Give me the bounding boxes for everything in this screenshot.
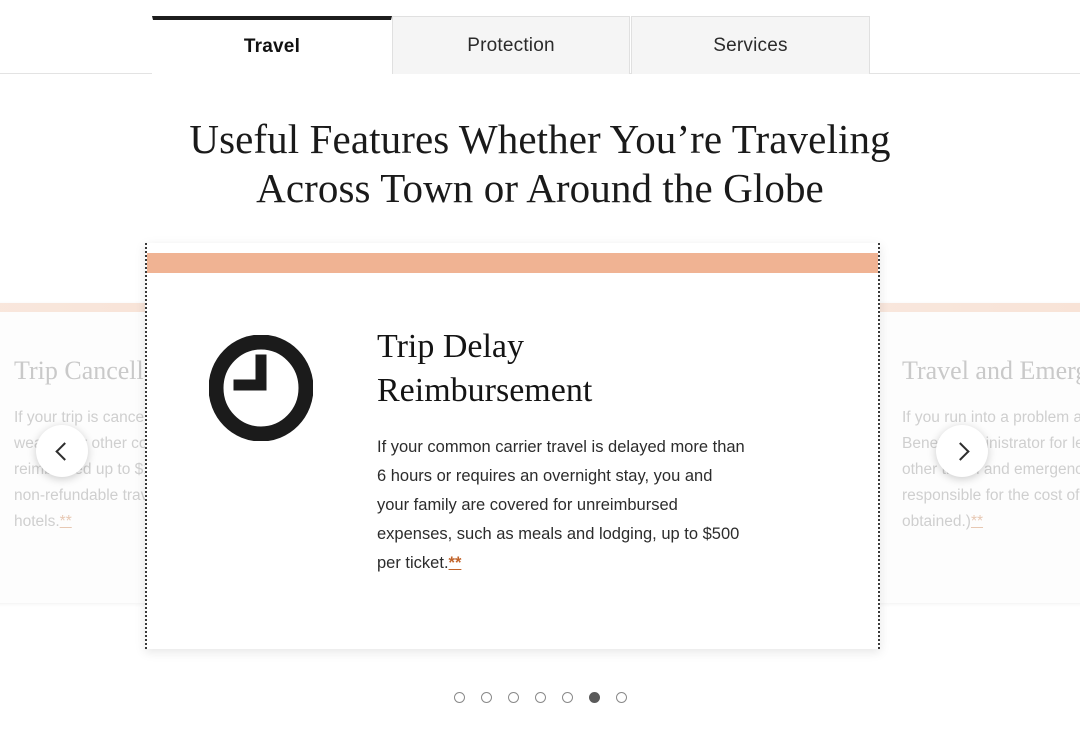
carousel-dot-5[interactable] (561, 692, 573, 703)
page-title: Useful Features Whether You’re Traveling… (0, 115, 1080, 213)
card-description: If your common carrier travel is delayed… (377, 433, 747, 578)
card-accent-bar (147, 253, 878, 273)
page-title-line-2: Across Town or Around the Globe (256, 165, 824, 211)
previous-slide-button[interactable] (36, 425, 88, 477)
carousel-pagination (0, 692, 1080, 703)
chevron-left-icon (54, 441, 74, 461)
card-title: Trip Delay Reimbursement (377, 328, 593, 409)
tab-travel[interactable]: Travel (152, 16, 392, 74)
footnote-marker[interactable]: ** (449, 554, 462, 572)
tab-bar: Travel Protection Services (0, 0, 1080, 74)
carousel-card-active[interactable]: Trip Delay Reimbursement If your common … (145, 243, 880, 649)
tab-protection[interactable]: Protection (392, 16, 630, 74)
clock-icon (208, 334, 314, 442)
carousel-dot-1[interactable] (453, 692, 465, 703)
carousel-dot-3[interactable] (507, 692, 519, 703)
footnote-marker[interactable]: ** (971, 513, 983, 530)
card-text-column: Trip Delay Reimbursement If your common … (369, 325, 822, 578)
card-content: Trip Delay Reimbursement If your common … (147, 273, 878, 578)
tab-services-label: Services (713, 34, 788, 56)
tab-protection-label: Protection (467, 34, 555, 56)
features-carousel: Trip Cancellation/ Interruption Insuranc… (0, 243, 1080, 663)
tab-services[interactable]: Services (631, 16, 870, 74)
carousel-dot-6[interactable] (588, 692, 600, 703)
card-description-text: If your common carrier travel is delayed… (377, 438, 745, 572)
travel-benefits-page: Travel Protection Services Useful Featur… (0, 0, 1080, 737)
carousel-dot-2[interactable] (480, 692, 492, 703)
tab-travel-label: Travel (243, 36, 301, 57)
page-title-line-1: Useful Features Whether You’re Traveling (189, 116, 891, 162)
card-accent-bar (878, 303, 1080, 312)
card-icon-column (208, 325, 369, 578)
carousel-dot-7[interactable] (615, 692, 627, 703)
card-description: If you run into a problem away from home… (902, 409, 1080, 530)
next-slide-button[interactable] (936, 425, 988, 477)
chevron-right-icon (950, 441, 970, 461)
card-title: Travel and Emergency Assistance Services (902, 356, 1080, 385)
footnote-marker[interactable]: ** (60, 513, 72, 530)
card-body: Travel and Emergency Assistance Services… (878, 312, 1080, 535)
carousel-dot-4[interactable] (534, 692, 546, 703)
